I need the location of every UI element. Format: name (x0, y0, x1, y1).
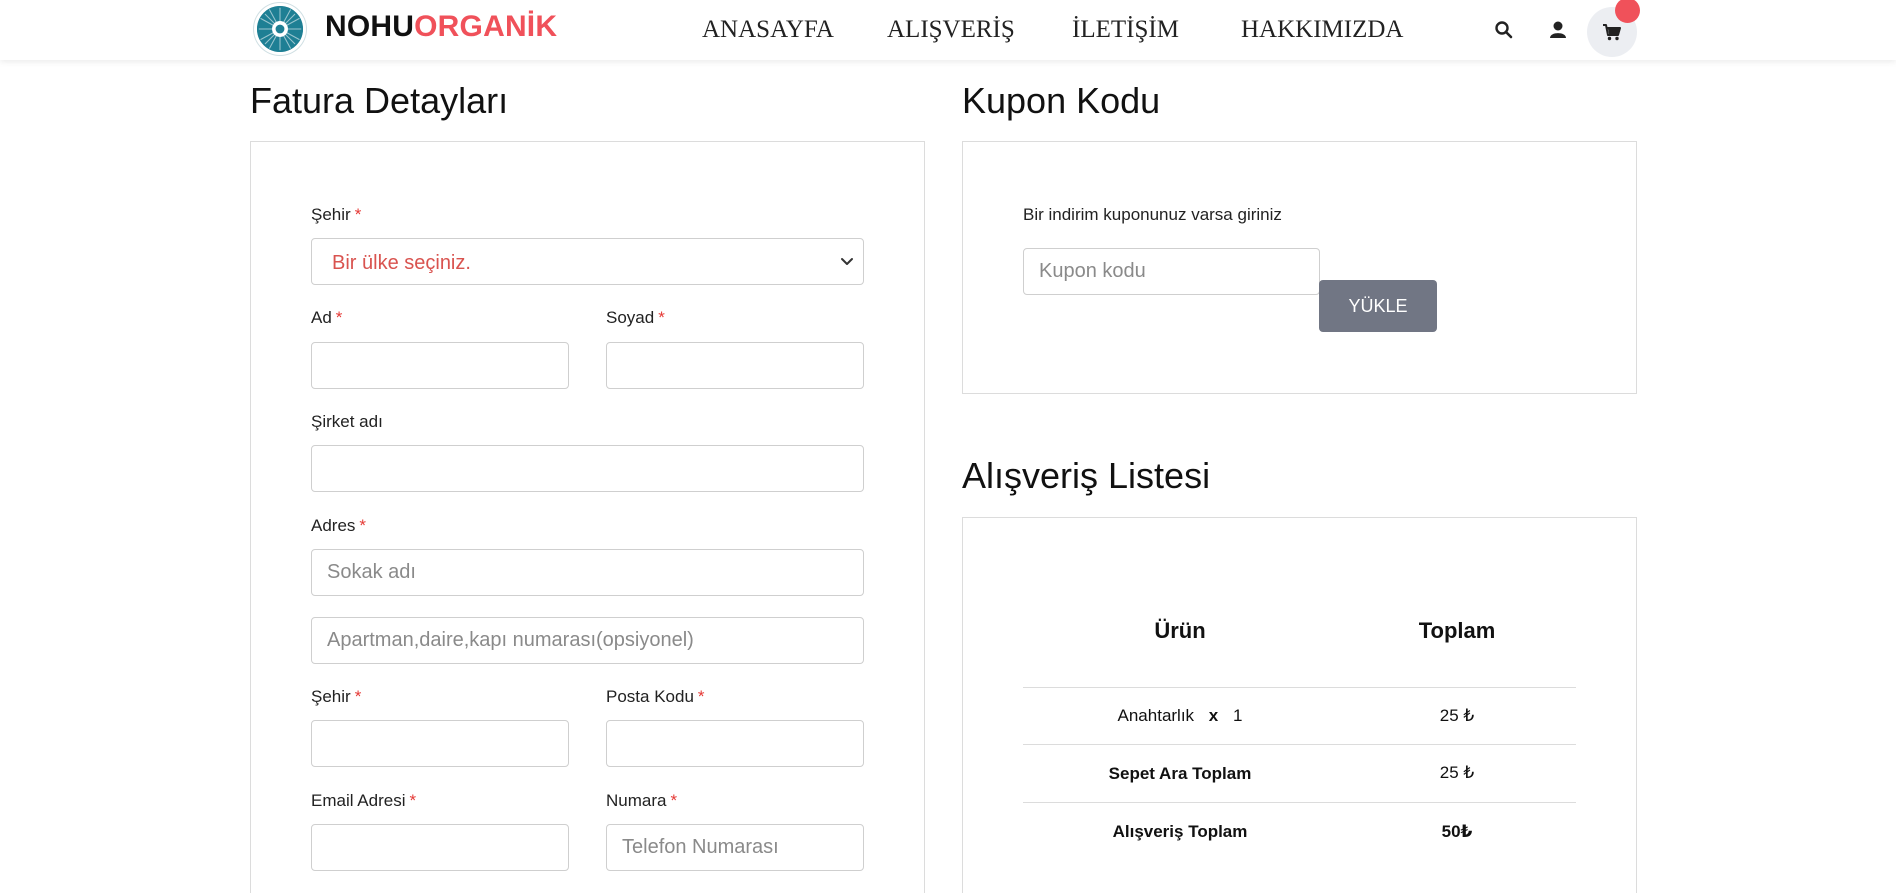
apartment-input[interactable] (311, 617, 864, 664)
brand-part-dark: NOHU (325, 10, 415, 43)
coupon-title: Kupon Kodu (962, 80, 1161, 121)
cart-icon (1603, 24, 1621, 41)
apply-coupon-button[interactable]: YÜKLE (1319, 280, 1437, 332)
first-name-label: Ad * (311, 308, 343, 327)
product-times-sign: x (1208, 706, 1219, 725)
user-icon[interactable] (1547, 19, 1569, 41)
city-label: Şehir * (311, 687, 362, 706)
phone-input[interactable] (606, 824, 864, 871)
subtotal-label: Sepet Ara Toplam (1108, 764, 1252, 783)
chevron-down-icon (841, 258, 853, 265)
product-qty: 1 (1233, 706, 1243, 725)
last-name-input[interactable] (606, 342, 864, 389)
last-name-label: Soyad * (606, 308, 665, 327)
column-header-total: Toplam (1418, 618, 1496, 643)
country-select-value: Bir ülke seçiniz. (332, 252, 471, 274)
table-divider (1023, 744, 1576, 745)
country-select[interactable]: Bir ülke seçiniz. (311, 238, 864, 285)
subtotal-value: 25 ₺ (1439, 763, 1475, 782)
product-name: Anahtarlık (1117, 706, 1195, 725)
coupon-description: Bir indirim kuponunuz varsa giriniz (1023, 205, 1282, 224)
country-label: Şehir * (311, 205, 362, 224)
order-title: Alışveriş Listesi (962, 455, 1211, 496)
email-input[interactable] (311, 824, 569, 871)
product-cell: Anahtarlık x 1 (1080, 706, 1280, 726)
site-header: NOHUORGANİK ANASAYFA ALIŞVERİŞ İLETİŞİM … (0, 0, 1896, 60)
coupon-input[interactable] (1023, 248, 1320, 295)
billing-title: Fatura Detayları (250, 80, 509, 121)
grand-total-value: 50₺ (1441, 822, 1473, 841)
first-name-input[interactable] (311, 342, 569, 389)
brand-name[interactable]: NOHUORGANİK (325, 10, 557, 44)
nav-hakkimizda[interactable]: HAKKIMIZDA (1241, 16, 1403, 44)
brand-part-accent: ORGANİK (414, 10, 558, 43)
product-total: 25 ₺ (1439, 706, 1475, 725)
nav-iletisim[interactable]: İLETİŞİM (1072, 16, 1179, 44)
table-divider (1023, 802, 1576, 803)
phone-label: Numara * (606, 791, 678, 810)
street-input[interactable] (311, 549, 864, 596)
city-input[interactable] (311, 720, 569, 767)
company-input[interactable] (311, 445, 864, 492)
nav-anasayfa[interactable]: ANASAYFA (702, 16, 834, 44)
company-label: Şirket adı (311, 412, 383, 431)
table-divider (1023, 687, 1576, 688)
logo[interactable] (254, 3, 306, 55)
column-header-product: Ürün (1154, 618, 1206, 643)
grand-total-label: Alışveriş Toplam (1112, 822, 1248, 841)
search-icon[interactable] (1493, 19, 1515, 41)
email-label: Email Adresi * (311, 791, 417, 810)
nav-alisveris[interactable]: ALIŞVERİŞ (887, 16, 1015, 44)
address-label: Adres * (311, 516, 367, 535)
cart-badge (1615, 0, 1640, 23)
postal-code-label: Posta Kodu * (606, 687, 705, 706)
postal-code-input[interactable] (606, 720, 864, 767)
